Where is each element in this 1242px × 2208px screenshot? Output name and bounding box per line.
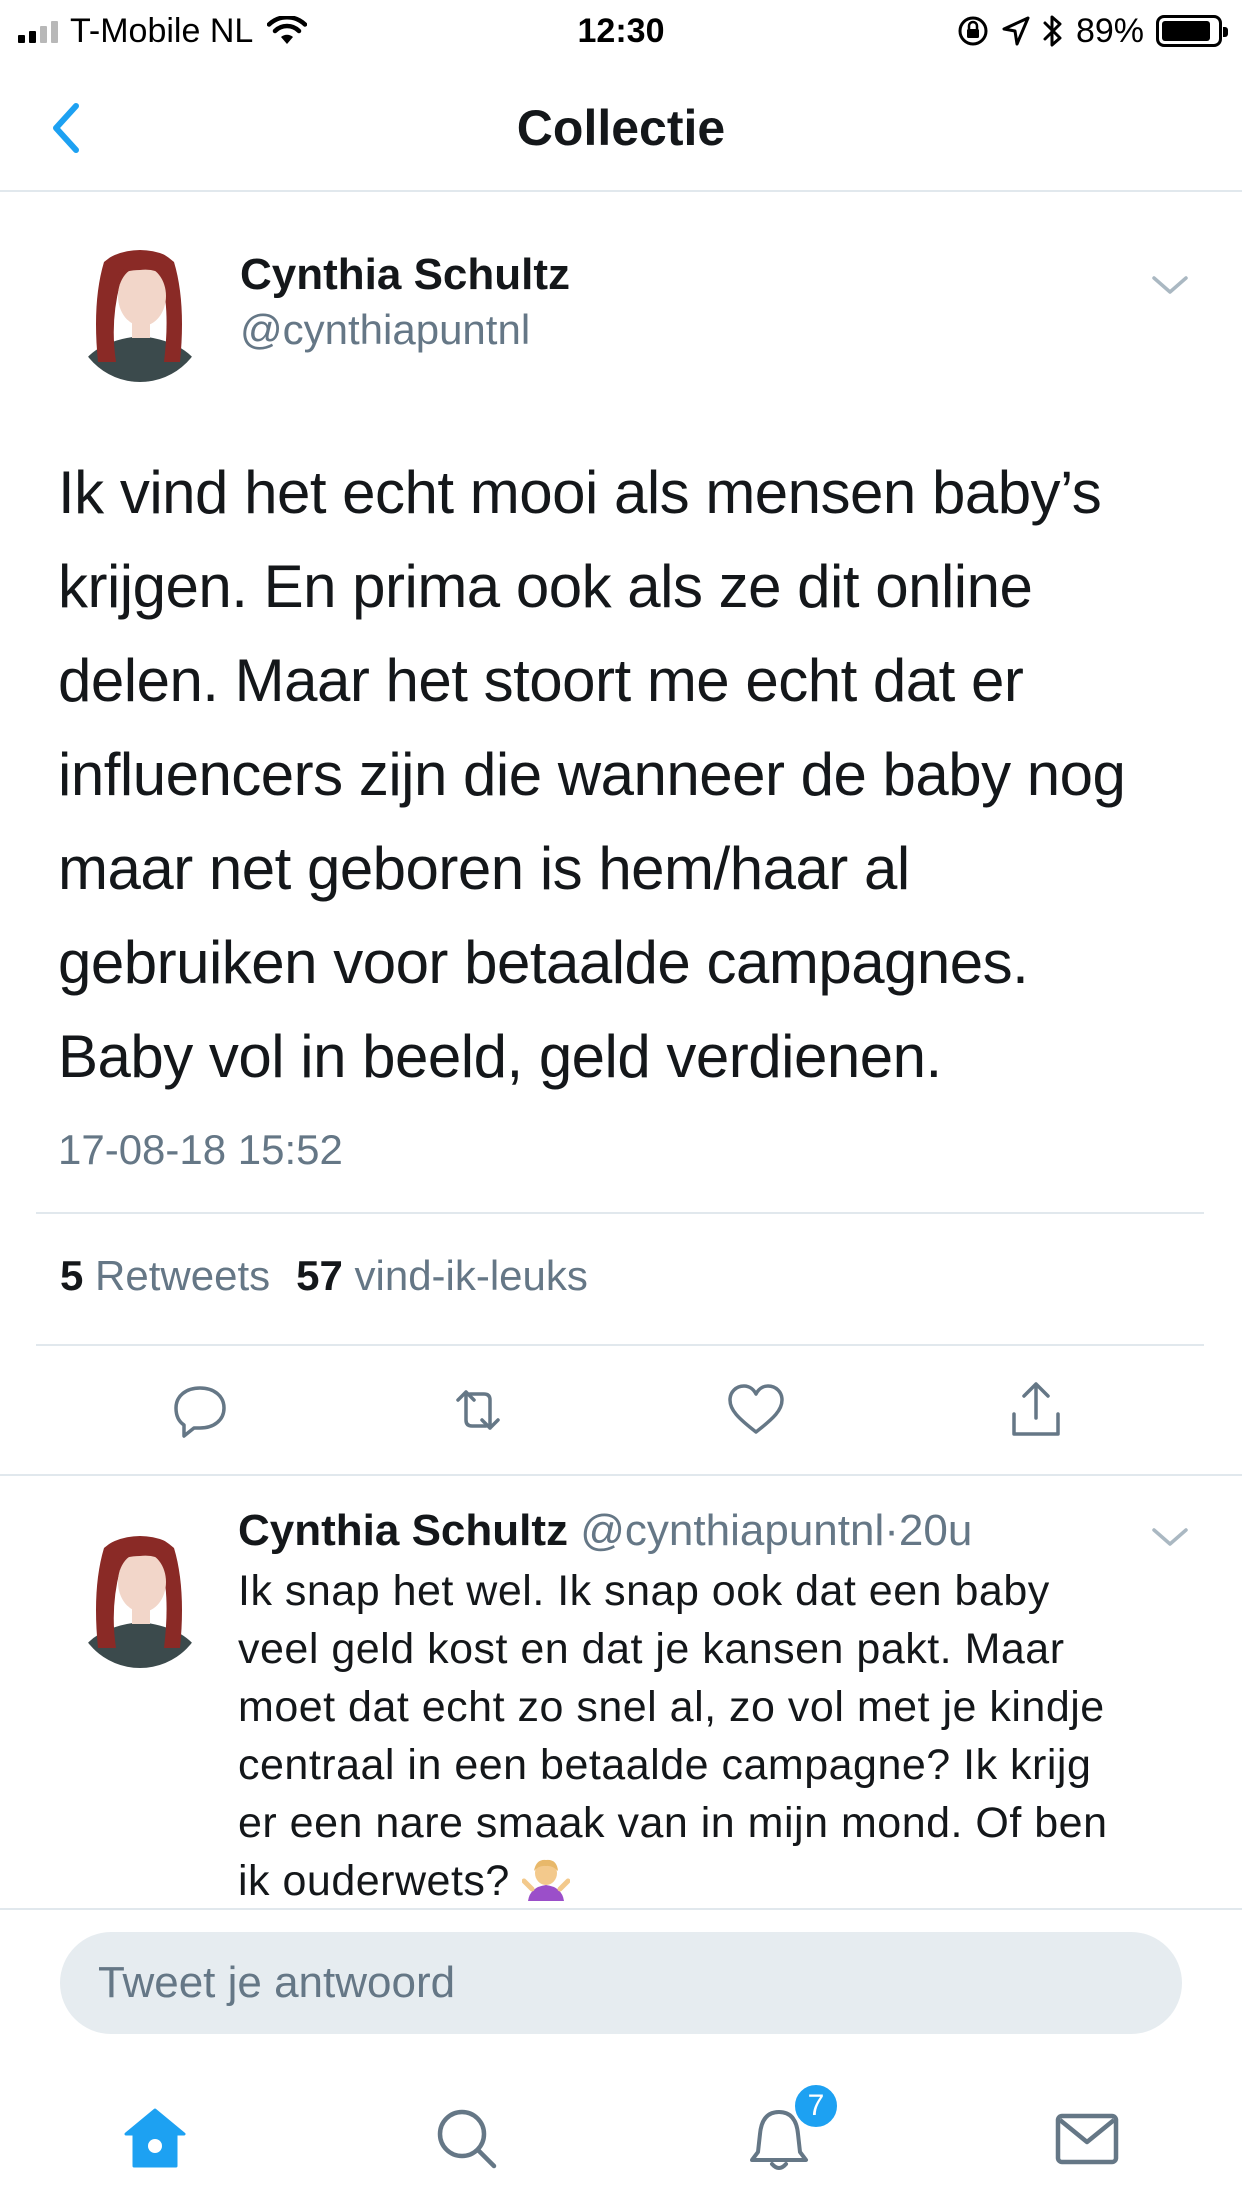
tweet-line: influencers zijn die wanneer de baby nog: [58, 741, 1126, 808]
tweet-line: krijgen. En prima ook als ze dit online: [58, 553, 1033, 620]
search-icon[interactable]: [432, 2104, 502, 2174]
reply-author-handle[interactable]: @cynthiapuntnl: [580, 1506, 884, 1555]
tweet-line: gebruiken voor betaalde campagnes.: [58, 929, 1029, 996]
reply-icon[interactable]: [168, 1378, 232, 1442]
page-title: Collectie: [516, 100, 726, 156]
author-handle[interactable]: @cynthiapuntnl: [240, 306, 530, 354]
author-name[interactable]: Cynthia Schultz: [240, 250, 570, 300]
tweet-line: Baby vol in beeld, geld verdienen.: [58, 1023, 942, 1090]
divider: [36, 1344, 1204, 1346]
shrugging-woman-emoji: [522, 1859, 571, 1901]
reply-text[interactable]: Ik snap het wel. Ik snap ook dat een bab…: [238, 1562, 1198, 1908]
reply-input[interactable]: [60, 1932, 1182, 2034]
chevron-down-icon[interactable]: [1148, 1522, 1192, 1552]
battery-icon: [1156, 15, 1228, 47]
share-icon[interactable]: [1004, 1378, 1068, 1442]
tweet-line: delen. Maar het stoort me echt dat er: [58, 647, 1024, 714]
reply-header: Cynthia Schultz @cynthiapuntnl·20u: [238, 1506, 972, 1556]
reply-age: 20u: [898, 1506, 973, 1555]
bluetooth-icon: [1043, 15, 1062, 47]
orientation-lock-icon: [958, 16, 988, 46]
likes-stat[interactable]: 57 vind-ik-leuks: [296, 1252, 588, 1300]
navigation-bar: Collectie: [0, 62, 1242, 192]
avatar[interactable]: [74, 1518, 206, 1668]
chevron-down-icon[interactable]: [1148, 270, 1192, 300]
tweet-line: Ik vind het echt mooi als mensen baby’s: [58, 459, 1102, 526]
retweets-stat[interactable]: 5 Retweets: [60, 1252, 270, 1300]
divider: [0, 1908, 1242, 1910]
reply-line: ik ouderwets?: [238, 1857, 510, 1905]
retweets-count: 5: [60, 1252, 84, 1299]
messages-icon[interactable]: [1052, 2104, 1122, 2174]
tweet-actions: [0, 1370, 1242, 1450]
like-icon[interactable]: [724, 1378, 788, 1442]
home-icon[interactable]: [120, 2104, 190, 2174]
retweets-label: Retweets: [95, 1252, 271, 1299]
divider: [0, 1474, 1242, 1476]
reply-line: centraal in een betaalde campagne? Ik kr…: [238, 1741, 1092, 1789]
tweet-line: maar net geboren is hem/haar al: [58, 835, 910, 902]
tweet-text: Ik vind het echt mooi als mensen baby’s …: [58, 446, 1188, 1104]
status-bar: T-Mobile NL 12:30 89%: [0, 0, 1242, 62]
likes-count: 57: [296, 1252, 343, 1299]
reply-last-line: ik ouderwets?: [238, 1852, 1198, 1908]
notifications-badge: 7: [792, 2082, 840, 2130]
reply-line: Ik snap het wel. Ik snap ook dat een bab…: [238, 1567, 1050, 1615]
likes-label: vind-ik-leuks: [354, 1252, 588, 1299]
tweet-timestamp: 17-08-18 15:52: [58, 1126, 343, 1173]
reply-line: er een nare smaak van in mijn mond. Of b…: [238, 1799, 1108, 1847]
reply-author-name[interactable]: Cynthia Schultz: [238, 1506, 568, 1555]
tab-bar: [0, 2080, 1242, 2208]
reply-line: veel geld kost en dat je kansen pakt. Ma…: [238, 1625, 1065, 1673]
location-icon: [1002, 16, 1030, 46]
tweet-stats: 5 Retweets 57 vind-ik-leuks: [60, 1252, 588, 1300]
retweet-icon[interactable]: [446, 1378, 510, 1442]
divider: [36, 1212, 1204, 1214]
reply-separator: ·: [884, 1506, 899, 1555]
battery-percent: 89%: [1075, 11, 1144, 50]
status-bar-right: 89%: [956, 10, 1228, 52]
reply-line: moet dat echt zo snel al, zo vol met je …: [238, 1683, 1105, 1731]
avatar[interactable]: [74, 232, 206, 382]
